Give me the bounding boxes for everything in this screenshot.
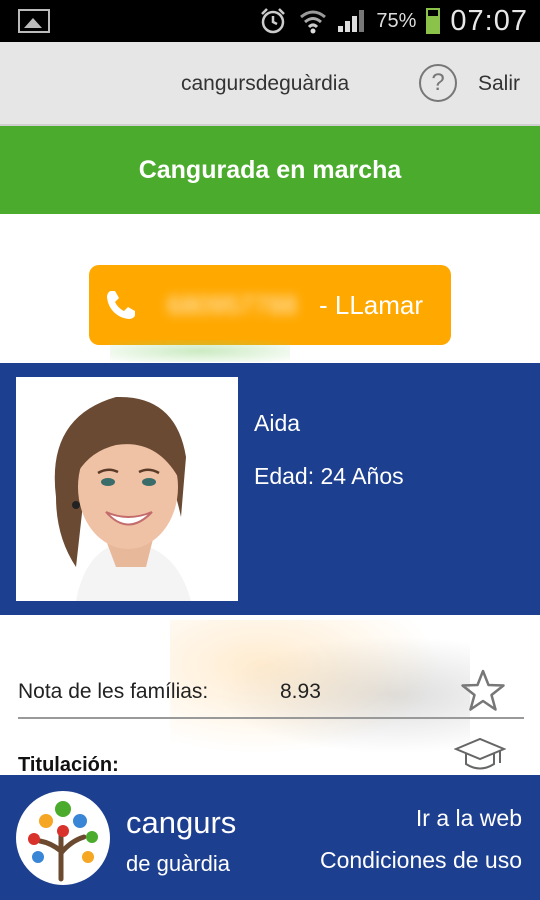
- profile-photo: [16, 377, 238, 601]
- degree-label: Titulación:: [18, 754, 119, 776]
- call-button-label: - LLamar: [319, 290, 424, 320]
- alarm-icon: [261, 8, 286, 34]
- clock: 07:07: [450, 4, 528, 37]
- gallery-icon: [18, 9, 50, 33]
- brand-logo: [16, 791, 110, 885]
- logout-button[interactable]: Salir: [478, 72, 520, 96]
- decorative-glow: [110, 340, 290, 362]
- status-banner: Cangurada en marcha: [0, 126, 540, 214]
- app-title: cangursdeguàrdia: [181, 72, 350, 95]
- battery-icon: [426, 8, 441, 34]
- rating-label: Nota de les famílias:: [18, 680, 209, 703]
- help-icon[interactable]: ?: [419, 64, 457, 102]
- caregiver-age: Edad: 24 Años: [254, 463, 404, 489]
- status-bar: 75% 07:07: [0, 0, 540, 42]
- call-button[interactable]: 680957788 - LLamar: [89, 265, 451, 345]
- signal-icon: [338, 10, 366, 32]
- graduation-cap-icon: [454, 737, 506, 770]
- app-bar: cangursdeguàrdia ? Salir: [0, 42, 540, 126]
- profile-card: Aida Edad: 24 Años: [0, 363, 540, 615]
- divider: [18, 717, 524, 719]
- brand-name: cangurs: [126, 805, 237, 840]
- star-icon[interactable]: [460, 668, 506, 712]
- wifi-icon: [300, 10, 327, 34]
- brand-tagline: de guàrdia: [126, 851, 230, 876]
- website-link[interactable]: Ir a la web: [416, 805, 522, 832]
- phone-number: 680957788: [167, 290, 298, 320]
- battery-percent: 75%: [376, 9, 417, 32]
- footer: cangurs de guàrdia Ir a la web Condicion…: [0, 775, 540, 900]
- rating-value: 8.93: [280, 680, 321, 703]
- phone-icon: [107, 291, 135, 319]
- terms-link[interactable]: Condiciones de uso: [320, 847, 522, 874]
- caregiver-name: Aida: [254, 410, 301, 436]
